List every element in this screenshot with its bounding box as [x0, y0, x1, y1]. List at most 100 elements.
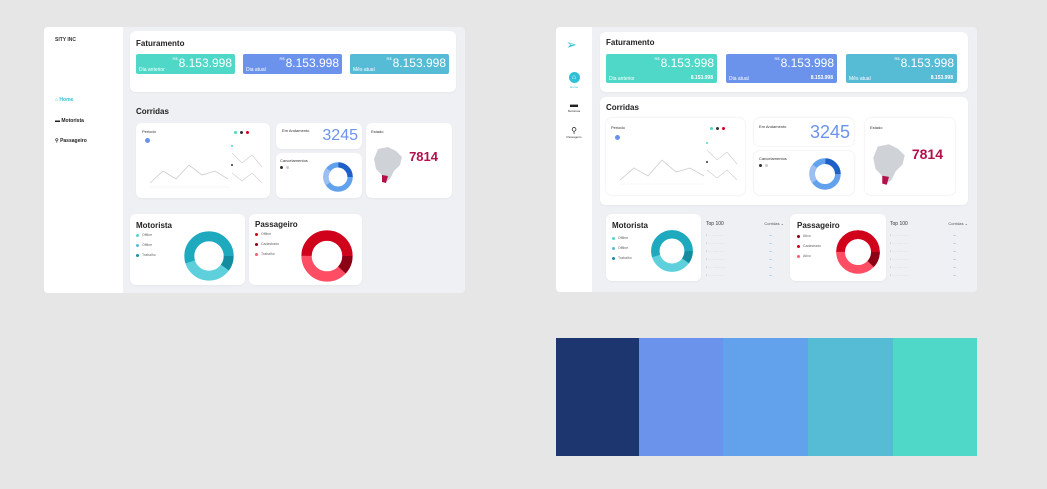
chart-legend	[234, 130, 252, 134]
list-item: ▪ ···· ······ ···· ···	[890, 241, 956, 245]
chart-legend	[710, 126, 728, 130]
legend-item: Trabalho	[136, 253, 156, 257]
em-andamento-card: Em Andamento 3245	[276, 123, 362, 149]
line-chart	[619, 159, 705, 185]
kpi-dia-anterior[interactable]: R$8.153.998 Dia anterior 8.153.998	[606, 54, 717, 83]
legend-item: Cadastrado	[255, 242, 279, 246]
kpi-label: Dia anterior	[139, 67, 165, 73]
em-andamento-value: 3245	[322, 127, 358, 144]
sidebar: SITY INC ⌂ Home ▬ Motorista ⚲ Passageiro	[44, 27, 123, 293]
legend-item: Trabalho	[255, 252, 275, 256]
sidebar-item-passageiro[interactable]: ⚲ Passageiro	[55, 138, 87, 144]
currency-symbol: R$	[172, 56, 178, 61]
kpi-value: 8.153.998	[285, 56, 339, 70]
em-andamento-card: Em Andamento 3245	[754, 118, 854, 146]
kpi-dia-anterior[interactable]: R$8.153.998 Dia anterior	[136, 54, 235, 74]
kpi-value: 8.153.998	[392, 56, 446, 70]
kpi-value: 8.153.998	[900, 56, 954, 70]
list-item: ▪ ···· ······ ···· ···	[706, 249, 772, 253]
sidebar-item-label: Home	[59, 97, 74, 103]
legend-item: Ativo	[797, 254, 811, 258]
em-andamento-value: 3245	[809, 122, 850, 142]
motorista-donut	[651, 230, 693, 272]
legend-item: Offline	[136, 233, 152, 237]
corridas-title: Corridas	[606, 103, 639, 112]
currency-symbol: R$	[386, 56, 392, 61]
faturamento-title: Faturamento	[136, 39, 185, 48]
mini-line-chart	[706, 142, 738, 181]
estado-label: Estado	[371, 129, 384, 134]
motorista-card: Motorista Offline Offline Trabalho	[130, 214, 245, 285]
cancelamentos-label: Cancelamentos	[280, 158, 308, 163]
chevron-down-icon: ⌄	[779, 221, 784, 226]
periodo-card: Periodo	[136, 123, 270, 198]
palette-swatch-sky	[723, 338, 808, 456]
filter-label: Corridas	[948, 221, 964, 226]
kpi-value: 8.153.998	[178, 56, 232, 70]
top100-filter[interactable]: Corridas ⌄	[948, 221, 968, 226]
motorista-title: Motorista	[612, 221, 648, 230]
kpi-mes-atual[interactable]: R$8.153.998 Mês atual 8.153.998	[846, 54, 957, 83]
sidebar: ➢ ⌂ Home ▬ Motorista ⚲ Passageiro	[556, 27, 592, 292]
send-icon[interactable]: ➢	[566, 37, 577, 53]
currency-symbol: R$	[279, 56, 285, 61]
faturamento-panel: Faturamento R$8.153.998 Dia anterior R$8.…	[130, 31, 456, 92]
kpi-label: Dia anterior	[609, 76, 635, 82]
em-andamento-label: Em Andamento	[759, 124, 787, 129]
estado-card: Estado 7814	[865, 118, 955, 195]
sidebar-item-home[interactable]: ⌂ Home	[55, 97, 73, 103]
periodo-label: Periodo	[142, 129, 156, 134]
sidebar-item-motorista[interactable]: ▬ Motorista	[55, 118, 84, 124]
kpi-value: 8.153.998	[660, 56, 714, 70]
legend-item: Offline	[612, 236, 628, 240]
motorista-top100: Top 100 Corridas ⌄ ▪ ··· ···· ······ ···…	[706, 221, 784, 281]
estado-label: Estado	[870, 125, 883, 130]
estado-card: Estado 7814	[366, 123, 452, 198]
estado-value: 7814	[409, 149, 438, 164]
kpi-mes-atual[interactable]: R$8.153.998 Mês atual	[350, 54, 449, 74]
periodo-label: Periodo	[611, 125, 625, 130]
list-item: ▪ ······ ···· ···· ···	[706, 273, 772, 277]
dashboard-mockup-2: ➢ ⌂ Home ▬ Motorista ⚲ Passageiro Fatura…	[556, 27, 977, 292]
filter-label: Corridas	[764, 221, 780, 226]
cancelamentos-donut	[809, 158, 841, 190]
faturamento-title: Faturamento	[606, 38, 655, 47]
kpi-dia-atual[interactable]: R$8.153.998 Dia atual	[243, 54, 342, 74]
cancelamentos-label: Cancelamentos	[759, 156, 787, 161]
passageiro-donut	[836, 230, 880, 274]
list-item: ▪ ······ ···· ····· ···	[890, 257, 956, 261]
sidebar-item-home[interactable]: ⌂ Home	[562, 72, 586, 89]
list-item: ▪ ···· ···· ······ ···	[890, 249, 956, 253]
cancelamentos-donut	[323, 162, 353, 192]
kpi-dia-atual[interactable]: R$8.153.998 Dia atual 8.153.998	[726, 54, 837, 83]
corridas-panel: Corridas Periodo Em Andamento 3245 Cance…	[600, 97, 968, 205]
legend-item: Offline	[612, 246, 628, 250]
top100-filter[interactable]: Corridas ⌄	[764, 221, 784, 226]
legend-item: Trabalho	[612, 256, 632, 260]
currency-symbol: R$	[654, 56, 660, 61]
kpi-label: Mês atual	[849, 76, 871, 82]
cancelamentos-card: Cancelamentos	[754, 151, 854, 195]
em-andamento-label: Em Andamento	[282, 128, 310, 133]
list-item: ▪ ······ ···· ····· ···	[706, 257, 772, 261]
motorista-title: Motorista	[136, 221, 172, 230]
chart-legend	[280, 165, 292, 169]
walk-icon: ⚲	[571, 126, 577, 135]
kpi-sub-value: 8.153.998	[930, 75, 953, 81]
legend-item: Cadastrado	[797, 244, 821, 248]
kpi-label: Mês atual	[353, 67, 375, 73]
palette-swatch-navy	[556, 338, 639, 456]
passageiro-card: Passageiro Offline Cadastrado Trabalho	[249, 214, 362, 285]
sidebar-item-passageiro[interactable]: ⚲ Passageiro	[560, 126, 588, 139]
top100-title: Top 100	[890, 221, 908, 227]
motorista-donut	[184, 231, 234, 281]
estado-value: 7814	[911, 146, 943, 162]
cancelamentos-card: Cancelamentos	[276, 153, 362, 198]
kpi-value: 8.153.998	[780, 56, 834, 70]
line-chart	[149, 164, 230, 188]
legend-item: Offline	[255, 232, 271, 236]
top100-title: Top 100	[706, 221, 724, 227]
sidebar-item-motorista[interactable]: ▬ Motorista	[560, 100, 588, 113]
kpi-label: Dia atual	[729, 76, 749, 82]
chevron-down-icon: ⌄	[963, 221, 968, 226]
